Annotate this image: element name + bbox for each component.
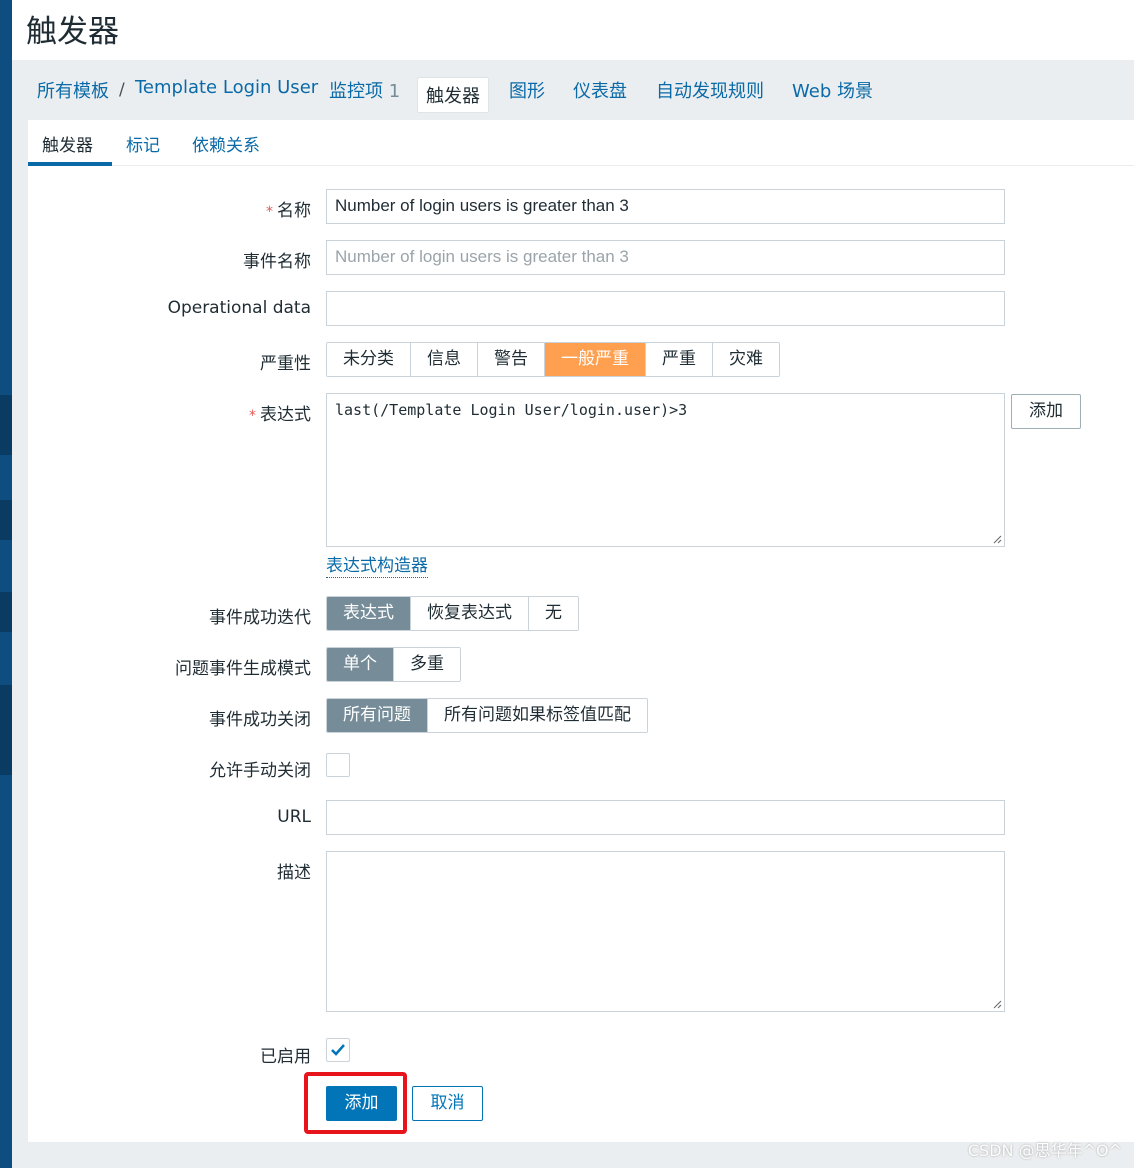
problem-event-mode-label: 问题事件生成模式 <box>175 659 311 679</box>
page-title: 触发器 <box>26 14 119 50</box>
ok-event-generation-label: 事件成功迭代 <box>209 608 311 628</box>
expression-label: * 表达式 <box>249 405 311 425</box>
sidebar-segment <box>0 685 12 775</box>
watermark: CSDN @思华年^O^ <box>967 1141 1122 1160</box>
nav-dashboards[interactable]: 仪表盘 <box>573 77 627 103</box>
ok-event-closes-selector: 所有问题 所有问题如果标签值匹配 <box>326 698 648 733</box>
sidebar-segment <box>0 592 12 632</box>
operational-data-input[interactable] <box>326 291 1005 326</box>
resize-handle-icon[interactable] <box>992 999 1002 1009</box>
expression-builder-link[interactable]: 表达式构造器 <box>326 555 428 578</box>
trigger-form-panel: 触发器 标记 依赖关系 * 名称 Number of login users is… <box>28 120 1134 1142</box>
enabled-checkbox[interactable] <box>326 1038 350 1062</box>
ok-event-none[interactable]: 无 <box>529 597 578 630</box>
ok-event-generation-selector: 表达式 恢复表达式 无 <box>326 596 579 631</box>
description-textarea[interactable] <box>326 851 1005 1012</box>
url-input[interactable] <box>326 800 1005 835</box>
ok-event-expression[interactable]: 表达式 <box>327 597 411 630</box>
expression-textarea[interactable]: last(/Template Login User/login.user)>3 <box>326 393 1005 547</box>
nav-graphs[interactable]: 图形 <box>509 77 545 103</box>
severity-disaster[interactable]: 灾难 <box>713 343 779 376</box>
problem-mode-single[interactable]: 单个 <box>327 648 394 681</box>
add-button[interactable]: 添加 <box>326 1086 397 1121</box>
severity-not-classified[interactable]: 未分类 <box>327 343 411 376</box>
expression-value: last(/Template Login User/login.user)>3 <box>335 401 688 419</box>
problem-mode-multiple[interactable]: 多重 <box>394 648 460 681</box>
breadcrumb-all-templates[interactable]: 所有模板 <box>37 77 109 103</box>
breadcrumb-separator: / <box>119 80 125 100</box>
left-sidebar-strip <box>0 0 12 1168</box>
nav-web-scenarios[interactable]: Web 场景 <box>792 77 873 103</box>
url-label: URL <box>277 807 311 827</box>
description-label: 描述 <box>277 863 311 883</box>
severity-information[interactable]: 信息 <box>411 343 478 376</box>
severity-label: 严重性 <box>260 354 311 374</box>
add-expression-button[interactable]: 添加 <box>1011 394 1081 429</box>
tab-tags[interactable]: 标记 <box>126 131 160 156</box>
name-input[interactable]: Number of login users is greater than 3 <box>326 189 1005 224</box>
breadcrumb-template-name[interactable]: Template Login User <box>135 77 318 98</box>
severity-average[interactable]: 一般严重 <box>545 343 646 376</box>
severity-warning[interactable]: 警告 <box>478 343 545 376</box>
ok-event-closes-label: 事件成功关闭 <box>209 710 311 730</box>
closes-tag-match[interactable]: 所有问题如果标签值匹配 <box>428 699 647 732</box>
ok-event-recovery-expression[interactable]: 恢复表达式 <box>411 597 529 630</box>
severity-high[interactable]: 严重 <box>646 343 713 376</box>
nav-items[interactable]: 监控项 1 <box>329 77 400 103</box>
resize-handle-icon[interactable] <box>992 534 1002 544</box>
enabled-label: 已启用 <box>260 1047 311 1067</box>
page-header: 触发器 <box>12 0 1134 60</box>
required-mark: * <box>266 204 273 220</box>
allow-manual-close-label: 允许手动关闭 <box>209 761 311 781</box>
operational-data-label: Operational data <box>167 298 311 318</box>
event-name-label: 事件名称 <box>243 252 311 272</box>
event-name-input[interactable]: Number of login users is greater than 3 <box>326 240 1005 275</box>
nav-discovery-rules[interactable]: 自动发现规则 <box>656 77 764 103</box>
severity-selector: 未分类 信息 警告 一般严重 严重 灾难 <box>326 342 780 377</box>
name-label: * 名称 <box>266 201 311 221</box>
sidebar-segment <box>0 500 12 540</box>
problem-event-mode-selector: 单个 多重 <box>326 647 461 682</box>
tab-bar: 触发器 标记 依赖关系 <box>28 120 1134 166</box>
allow-manual-close-checkbox[interactable] <box>326 753 350 777</box>
active-tab-indicator <box>28 162 112 166</box>
tab-trigger[interactable]: 触发器 <box>42 131 93 156</box>
cancel-button[interactable]: 取消 <box>412 1086 483 1121</box>
breadcrumb: 所有模板 / Template Login User 监控项 1 触发器 图形 … <box>12 60 1134 120</box>
nav-items-label: 监控项 <box>329 81 383 102</box>
tab-dependencies[interactable]: 依赖关系 <box>192 131 260 156</box>
closes-all-problems[interactable]: 所有问题 <box>327 699 428 732</box>
nav-triggers[interactable]: 触发器 <box>417 77 489 113</box>
nav-items-count: 1 <box>388 81 401 102</box>
checkmark-icon <box>331 1044 345 1056</box>
sidebar-segment <box>0 395 12 455</box>
